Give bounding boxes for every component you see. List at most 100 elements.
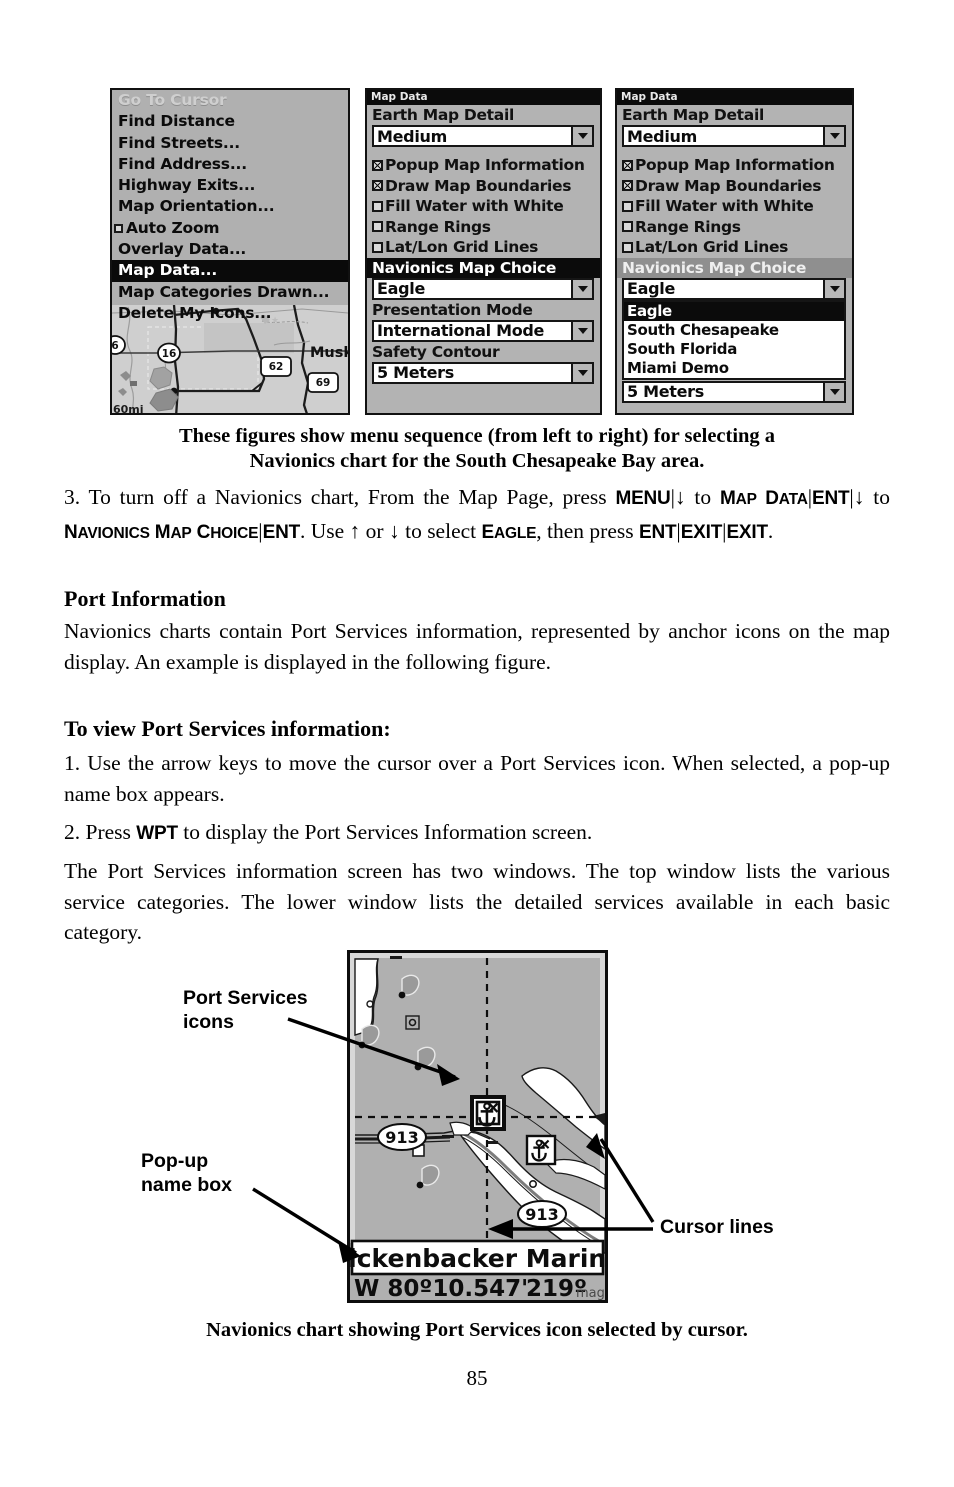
- checkbox-checked-icon[interactable]: [372, 159, 383, 171]
- checkbox-draw-map-boundaries[interactable]: Draw Map Boundaries: [367, 176, 600, 197]
- step3-text-c: to: [864, 485, 890, 509]
- option-miami-demo[interactable]: Miami Demo: [624, 359, 844, 378]
- navionics-map-choice-select[interactable]: Eagle: [622, 277, 846, 300]
- gps-screen-map-data-dialog[interactable]: Map Data Earth Map Detail Medium Popup M…: [365, 88, 602, 415]
- checkbox-label: Fill Water with White: [385, 197, 564, 215]
- checkbox-popup-map-information[interactable]: Popup Map Information: [617, 155, 852, 176]
- annotation-cursor-lines: Cursor lines: [660, 1216, 774, 1238]
- chevron-down-icon[interactable]: [823, 382, 844, 401]
- menu-item-overlay-data[interactable]: Overlay Data...: [112, 239, 348, 260]
- menu-item-delete-my-icons[interactable]: Delete My Icons...: [112, 303, 348, 324]
- key-exit-2: EXIT: [726, 521, 768, 543]
- annotation-line-1: Port Services: [183, 987, 308, 1009]
- checkbox-checked-icon[interactable]: [622, 180, 633, 192]
- map-menu-list[interactable]: Go To Cursor Find Distance Find Streets.…: [112, 90, 348, 322]
- menu-item-map-data[interactable]: Map Data...: [112, 260, 348, 282]
- safety-contour-label: Safety Contour: [372, 342, 500, 361]
- checkbox-lat-lon-grid-lines[interactable]: Lat/Lon Grid Lines: [617, 237, 852, 258]
- earth-map-detail-select[interactable]: Medium: [622, 125, 846, 147]
- option-south-chesapeake[interactable]: South Chesapeake: [624, 321, 844, 340]
- svg-text:60mi: 60mi: [113, 403, 144, 413]
- checkbox-label: Range Rings: [635, 217, 741, 236]
- menu-item-find-distance[interactable]: Find Distance: [112, 111, 348, 132]
- annotation-line-2: name box: [141, 1174, 233, 1196]
- menu-item-go-to-cursor: Go To Cursor: [112, 90, 348, 111]
- checkbox-checked-icon[interactable]: [622, 159, 633, 171]
- option-eagle[interactable]: Eagle: [624, 301, 844, 321]
- checkbox-unchecked-icon[interactable]: [372, 221, 383, 233]
- checkbox-unchecked-icon[interactable]: [372, 241, 383, 253]
- navionics-map-choice-options[interactable]: Eagle South Chesapeake South Florida Mia…: [622, 299, 846, 380]
- step-2-paragraph: 2. Press WPT to display the Port Service…: [64, 817, 890, 850]
- checkbox-label: Range Rings: [385, 217, 491, 236]
- checkbox-unchecked-icon[interactable]: [622, 221, 633, 233]
- menu-label: Find Distance: [118, 112, 235, 131]
- chevron-down-icon[interactable]: [823, 279, 844, 298]
- key-ent-3: ENT: [638, 521, 677, 543]
- step3-text-f: .: [767, 518, 774, 543]
- navionics-map-choice-value: Eagle: [627, 279, 676, 298]
- dialog-title: Map Data: [617, 90, 852, 105]
- svg-text:16: 16: [162, 348, 177, 360]
- checkbox-checked-icon[interactable]: [372, 180, 383, 192]
- menu-label: Map Categories Drawn...: [118, 282, 330, 301]
- checkbox-fill-water-with-white[interactable]: Fill Water with White: [367, 196, 600, 217]
- checkbox-draw-map-boundaries[interactable]: Draw Map Boundaries: [617, 176, 852, 197]
- step-1-paragraph: 1. Use the arrow keys to move the cursor…: [64, 751, 890, 806]
- bearing-unit-label: mag: [576, 1286, 605, 1300]
- svg-text:62: 62: [269, 361, 284, 373]
- gps-screen-map-menu[interactable]: ★ 6 16 62 69 Musko: [110, 88, 350, 415]
- svg-text:Muskog: Muskog: [310, 345, 348, 361]
- anchor-icon-second: [525, 1134, 557, 1166]
- option-south-florida[interactable]: South Florida: [624, 340, 844, 359]
- menu-label: Map Data...: [118, 261, 218, 280]
- checkbox-unchecked-icon[interactable]: [622, 200, 633, 212]
- chevron-down-icon[interactable]: [571, 279, 592, 298]
- safety-contour-select[interactable]: 5 Meters: [372, 361, 594, 384]
- svg-text:69: 69: [316, 377, 331, 389]
- checkbox-unchecked-icon[interactable]: [622, 241, 633, 253]
- menu-item-map-categories-drawn[interactable]: Map Categories Drawn...: [112, 282, 348, 303]
- dialog-title: Map Data: [367, 90, 600, 105]
- menu-item-highway-exits[interactable]: Highway Exits...: [112, 175, 348, 196]
- navionics-map-choice-select[interactable]: Eagle: [372, 277, 594, 300]
- menu-item-find-streets[interactable]: Find Streets...: [112, 133, 348, 154]
- checkbox-icon[interactable]: [114, 223, 123, 233]
- safety-contour-select[interactable]: 5 Meters: [622, 380, 846, 403]
- step2-text-a: 2. Press: [64, 820, 137, 844]
- annotation-line-2: icons: [183, 1011, 234, 1033]
- checkbox-range-rings[interactable]: Range Rings: [367, 217, 600, 238]
- checkbox-label: Popup Map Information: [635, 156, 835, 174]
- annotation-popup-name-box: Pop-up name box: [141, 1149, 232, 1197]
- menu-label: Delete My Icons...: [118, 303, 272, 322]
- earth-map-detail-select[interactable]: Medium: [372, 125, 594, 147]
- chevron-down-icon[interactable]: [571, 127, 592, 145]
- key-menu: MENU: [615, 488, 671, 509]
- safety-contour-value: 5 Meters: [377, 363, 454, 382]
- presentation-mode-select[interactable]: International Mode: [372, 319, 594, 342]
- menu-item-auto-zoom[interactable]: Auto Zoom: [112, 218, 348, 239]
- step2-text-b: to display the Port Services Information…: [177, 820, 593, 844]
- popup-name-text: Rickenbacker Marina: [350, 1244, 605, 1273]
- figure2-caption: Navionics chart showing Port Services ic…: [206, 1319, 748, 1341]
- navionics-chart-screenshot[interactable]: 913 913 ickenbacker Marin W 80º10.547' 2…: [347, 950, 608, 1303]
- safety-contour-value: 5 Meters: [627, 382, 704, 401]
- checkbox-popup-map-information[interactable]: Popup Map Information: [367, 155, 600, 176]
- checkbox-unchecked-icon[interactable]: [372, 200, 383, 212]
- longitude-readout: W 80º10.547': [354, 1276, 528, 1300]
- checkbox-label: Fill Water with White: [635, 197, 814, 215]
- annotation-port-services-icons: Port Services icons: [183, 986, 308, 1034]
- earth-map-detail-label: Earth Map Detail: [372, 106, 514, 124]
- chevron-down-icon[interactable]: [571, 363, 592, 382]
- checkbox-label: Draw Map Boundaries: [635, 176, 822, 195]
- checkbox-lat-lon-grid-lines[interactable]: Lat/Lon Grid Lines: [367, 237, 600, 258]
- chevron-down-icon[interactable]: [571, 321, 592, 340]
- checkbox-range-rings[interactable]: Range Rings: [617, 217, 852, 238]
- checkbox-label: Draw Map Boundaries: [385, 176, 572, 195]
- gps-screen-navionics-dropdown-open[interactable]: Map Data Earth Map Detail Medium Popup M…: [615, 88, 854, 415]
- menu-item-map-orientation[interactable]: Map Orientation...: [112, 196, 348, 217]
- checkbox-fill-water-with-white[interactable]: Fill Water with White: [617, 196, 852, 217]
- menu-item-find-address[interactable]: Find Address...: [112, 154, 348, 175]
- chevron-down-icon[interactable]: [823, 127, 844, 145]
